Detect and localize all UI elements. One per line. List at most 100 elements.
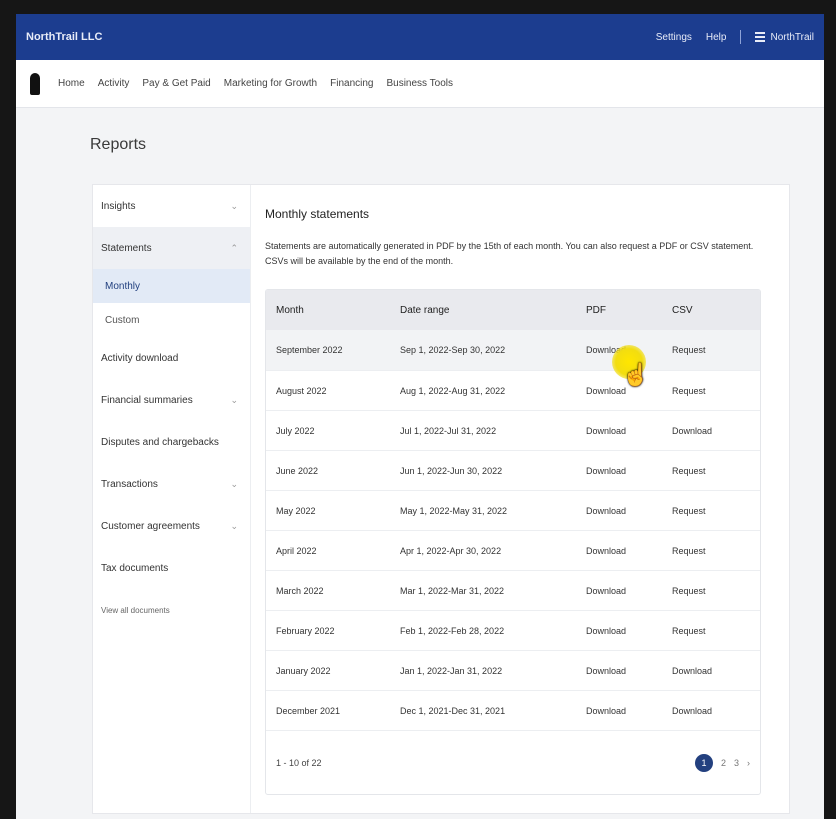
table-row: February 2022 Feb 1, 2022-Feb 28, 2022 Dow… bbox=[266, 610, 760, 650]
logo-icon[interactable] bbox=[30, 72, 40, 95]
page-button[interactable]: 2 bbox=[721, 758, 726, 768]
date-range-cell: Mar 1, 2022-Mar 31, 2022 bbox=[400, 585, 505, 596]
month-cell: April 2022 bbox=[276, 545, 317, 556]
month-cell: September 2022 bbox=[276, 345, 343, 355]
csv-action-link[interactable]: Request bbox=[668, 466, 758, 476]
csv-action-link[interactable]: Download bbox=[668, 426, 758, 436]
month-cell: May 2022 bbox=[276, 505, 316, 516]
chevron-right-icon[interactable]: › bbox=[747, 758, 750, 768]
pagination-count: 1 - 10 of 22 bbox=[276, 757, 322, 768]
table-footer: 1 - 10 of 22 1 2 3 › bbox=[266, 730, 760, 794]
date-range-cell: Jan 1, 2022-Jan 31, 2022 bbox=[400, 665, 503, 676]
pdf-action-link[interactable]: Download bbox=[582, 426, 668, 436]
table-row: December 2021 Dec 1, 2021-Dec 31, 2021 Dow… bbox=[266, 690, 760, 730]
table-row: September 2022 Sep 1, 2022-Sep 30, 2022 Do… bbox=[266, 330, 760, 370]
nav-marketing[interactable]: Marketing for Growth bbox=[224, 78, 317, 89]
settings-link[interactable]: Settings bbox=[656, 32, 692, 43]
chevron-down-icon: ⌄ bbox=[230, 520, 238, 531]
date-range-cell: Feb 1, 2022-Feb 28, 2022 bbox=[400, 625, 505, 636]
sidebar-item-label: View all documents bbox=[101, 605, 170, 615]
sidebar-item-label: Insights bbox=[101, 200, 136, 212]
date-range-cell: Jul 1, 2022-Jul 31, 2022 bbox=[400, 425, 497, 436]
table-header: Month Date range PDF CSV bbox=[266, 290, 760, 330]
table-row: January 2022 Jan 1, 2022-Jan 31, 2022 Down… bbox=[266, 650, 760, 690]
month-cell: August 2022 bbox=[276, 385, 327, 396]
nav-home[interactable]: Home bbox=[58, 78, 85, 89]
month-cell: January 2022 bbox=[276, 665, 331, 676]
account-label: NorthTrail bbox=[770, 31, 814, 43]
csv-action-link[interactable]: Download bbox=[668, 706, 758, 716]
pdf-action-link[interactable]: Download bbox=[582, 546, 668, 556]
sidebar-item-transactions[interactable]: Transactions ⌄ bbox=[93, 463, 250, 505]
nav-pay-get-paid[interactable]: Pay & Get Paid bbox=[142, 78, 210, 89]
sidebar-item-label: Transactions bbox=[101, 478, 158, 490]
sidebar-item-statements[interactable]: Statements ⌃ bbox=[93, 227, 250, 269]
hand-pointer-icon: ☝ bbox=[622, 362, 650, 387]
nav-business-tools[interactable]: Business Tools bbox=[386, 78, 453, 89]
reports-sidebar: Insights ⌄ Statements ⌃ Monthly Custom A… bbox=[93, 185, 251, 813]
csv-action-link[interactable]: Request bbox=[668, 345, 758, 355]
sidebar-item-tax-documents[interactable]: Tax documents bbox=[93, 547, 250, 589]
top-bar-actions: Settings Help NorthTrail bbox=[656, 30, 814, 44]
sidebar-item-customer-agreements[interactable]: Customer agreements ⌄ bbox=[93, 505, 250, 547]
sidebar-item-disputes[interactable]: Disputes and chargebacks bbox=[93, 421, 250, 463]
sidebar-item-label: Tax documents bbox=[101, 562, 169, 574]
help-link[interactable]: Help bbox=[706, 32, 727, 43]
statements-panel: Monthly statements Statements are automa… bbox=[251, 185, 789, 813]
sidebar-item-label: Statements bbox=[101, 242, 152, 254]
divider bbox=[740, 30, 742, 44]
month-cell: June 2022 bbox=[276, 465, 319, 476]
sidebar-item-financial-summaries[interactable]: Financial summaries ⌄ bbox=[93, 379, 250, 421]
section-heading: Monthly statements bbox=[265, 207, 370, 221]
page-button-current[interactable]: 1 bbox=[694, 753, 713, 772]
sidebar-item-activity-download[interactable]: Activity download bbox=[93, 337, 250, 379]
chevron-down-icon: ⌄ bbox=[230, 478, 238, 489]
chevron-up-icon: ⌃ bbox=[230, 242, 238, 253]
pdf-action-link[interactable]: Download bbox=[582, 666, 668, 676]
nav-activity[interactable]: Activity bbox=[98, 78, 130, 89]
csv-action-link[interactable]: Request bbox=[668, 386, 758, 396]
sidebar-subitem-custom[interactable]: Custom bbox=[93, 303, 250, 337]
sidebar-item-label: Disputes and chargebacks bbox=[101, 436, 219, 448]
csv-action-link[interactable]: Download bbox=[668, 666, 758, 676]
pdf-action-link[interactable]: Download bbox=[582, 586, 668, 596]
pdf-action-link[interactable]: Download bbox=[582, 706, 668, 716]
column-header-csv: CSV bbox=[672, 304, 693, 316]
account-menu-button[interactable]: NorthTrail bbox=[755, 32, 814, 43]
table-row: August 2022 Aug 1, 2022-Aug 31, 2022 Downl… bbox=[266, 370, 760, 410]
month-cell: February 2022 bbox=[276, 625, 335, 636]
chevron-down-icon: ⌄ bbox=[230, 200, 238, 211]
nav-financing[interactable]: Financing bbox=[330, 78, 373, 89]
csv-action-link[interactable]: Request bbox=[668, 546, 758, 556]
pagination: 1 2 3 › bbox=[694, 753, 750, 772]
pdf-action-link[interactable]: Download bbox=[582, 466, 668, 476]
table-row: March 2022 Mar 1, 2022-Mar 31, 2022 Downlo… bbox=[266, 570, 760, 610]
brand-name: NorthTrail LLC bbox=[26, 31, 103, 43]
sidebar-subitem-monthly[interactable]: Monthly bbox=[93, 269, 250, 303]
reports-card: Insights ⌄ Statements ⌃ Monthly Custom A… bbox=[92, 184, 790, 814]
page-button[interactable]: 3 bbox=[734, 758, 739, 768]
date-range-cell: May 1, 2022-May 31, 2022 bbox=[400, 505, 508, 516]
date-range-cell: Apr 1, 2022-Apr 30, 2022 bbox=[400, 545, 502, 556]
column-header-pdf: PDF bbox=[586, 304, 606, 316]
date-range-cell: Sep 1, 2022-Sep 30, 2022 bbox=[400, 345, 506, 355]
sidebar-item-insights[interactable]: Insights ⌄ bbox=[93, 185, 250, 227]
sidebar-item-label: Financial summaries bbox=[101, 394, 193, 406]
table-body: September 2022 Sep 1, 2022-Sep 30, 2022 Do… bbox=[266, 330, 760, 730]
pdf-action-link[interactable]: Download bbox=[582, 506, 668, 516]
sidebar-item-label: Customer agreements bbox=[101, 520, 200, 532]
browser-viewport: NorthTrail LLC Settings Help NorthTrail … bbox=[16, 14, 824, 819]
pdf-action-link[interactable]: Download bbox=[582, 626, 668, 636]
column-header-month: Month bbox=[276, 304, 304, 316]
date-range-cell: Jun 1, 2022-Jun 30, 2022 bbox=[400, 465, 503, 476]
csv-action-link[interactable]: Request bbox=[668, 626, 758, 636]
chevron-down-icon: ⌄ bbox=[230, 394, 238, 405]
csv-action-link[interactable]: Request bbox=[668, 506, 758, 516]
menu-icon bbox=[755, 31, 766, 42]
table-row: May 2022 May 1, 2022-May 31, 2022 Download… bbox=[266, 490, 760, 530]
date-range-cell: Aug 1, 2022-Aug 31, 2022 bbox=[400, 385, 506, 396]
statements-table: Month Date range PDF CSV September 2022 S… bbox=[265, 289, 761, 795]
sidebar-item-view-all-documents[interactable]: View all documents bbox=[93, 589, 250, 631]
csv-action-link[interactable]: Request bbox=[668, 586, 758, 596]
column-header-date-range: Date range bbox=[400, 304, 450, 316]
